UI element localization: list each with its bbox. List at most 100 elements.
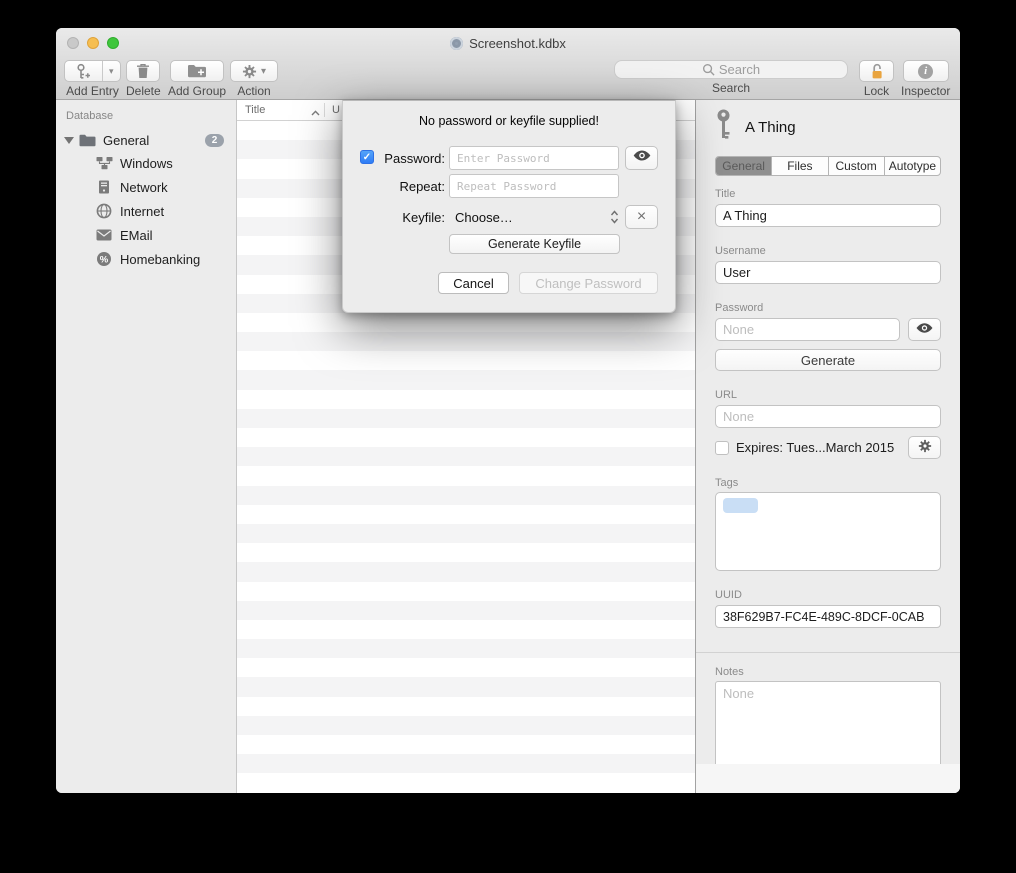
url-field[interactable] bbox=[715, 405, 941, 428]
table-row[interactable] bbox=[237, 486, 695, 505]
tags-label: Tags bbox=[715, 477, 941, 489]
tab-autotype[interactable]: Autotype bbox=[884, 157, 940, 175]
tags-field[interactable] bbox=[715, 492, 941, 571]
sidebar-item-label: EMail bbox=[120, 228, 153, 243]
tab-files[interactable]: Files bbox=[771, 157, 827, 175]
sidebar-item-email[interactable]: EMail bbox=[56, 223, 236, 247]
uuid-field[interactable] bbox=[715, 605, 941, 628]
table-row[interactable] bbox=[237, 562, 695, 581]
add-entry-label: Add Entry bbox=[66, 84, 119, 98]
delete-button[interactable] bbox=[126, 60, 160, 82]
workgroup-icon bbox=[95, 156, 113, 170]
sidebar-section-header: Database bbox=[56, 110, 236, 122]
expires-checkbox[interactable]: ✓ bbox=[715, 441, 729, 455]
table-row[interactable] bbox=[237, 409, 695, 428]
table-row[interactable] bbox=[237, 735, 695, 754]
percent-icon: % bbox=[95, 251, 113, 267]
chevron-down-icon: ▾ bbox=[261, 66, 266, 77]
table-row[interactable] bbox=[237, 390, 695, 409]
search-icon bbox=[702, 63, 715, 76]
dialog-repeat-label: Repeat: bbox=[373, 179, 445, 194]
column-header-title[interactable]: Title bbox=[245, 104, 265, 116]
sidebar-items: WindowsNetwork Internet EMail% Homebanking bbox=[56, 151, 236, 271]
table-row[interactable] bbox=[237, 754, 695, 773]
table-row[interactable] bbox=[237, 447, 695, 466]
search-input[interactable]: Search bbox=[614, 60, 848, 79]
clear-keyfile-button[interactable]: × bbox=[625, 205, 658, 229]
table-row[interactable] bbox=[237, 677, 695, 696]
password-field[interactable] bbox=[715, 318, 900, 341]
table-row[interactable] bbox=[237, 466, 695, 485]
column-separator[interactable] bbox=[324, 103, 325, 117]
folder-plus-icon bbox=[187, 64, 207, 78]
username-field[interactable] bbox=[715, 261, 941, 284]
table-row[interactable] bbox=[237, 582, 695, 601]
server-icon bbox=[95, 180, 113, 194]
notes-field[interactable] bbox=[715, 681, 941, 772]
keyfile-popup-value: Choose… bbox=[455, 210, 513, 225]
table-row[interactable] bbox=[237, 543, 695, 562]
sidebar-item-homebanking[interactable]: % Homebanking bbox=[56, 247, 236, 271]
inspector-panel: A Thing GeneralFilesCustomAutotype Title… bbox=[695, 100, 960, 793]
tab-general[interactable]: General bbox=[716, 157, 771, 175]
sidebar-group-general[interactable]: General 2 bbox=[56, 129, 236, 151]
sidebar-item-windows[interactable]: Windows bbox=[56, 151, 236, 175]
table-row[interactable] bbox=[237, 639, 695, 658]
inspector-label: Inspector bbox=[901, 84, 950, 98]
dialog-repeat-field[interactable] bbox=[449, 174, 619, 198]
username-label: Username bbox=[715, 245, 941, 257]
entry-count-badge: 2 bbox=[205, 134, 224, 147]
stepper-icon bbox=[610, 209, 619, 225]
key-icon bbox=[715, 109, 732, 146]
add-entry-button[interactable]: ▾ bbox=[64, 60, 121, 82]
generate-password-button[interactable]: Generate bbox=[715, 349, 941, 371]
table-row[interactable] bbox=[237, 370, 695, 389]
dialog-password-checkbox[interactable]: ✓ bbox=[360, 150, 374, 164]
tag-token[interactable] bbox=[723, 498, 758, 513]
table-row[interactable] bbox=[237, 697, 695, 716]
disclosure-triangle-icon[interactable] bbox=[64, 137, 74, 144]
table-row[interactable] bbox=[237, 351, 695, 370]
generate-keyfile-button[interactable]: Generate Keyfile bbox=[449, 234, 620, 254]
inspector-button[interactable]: i bbox=[903, 60, 949, 82]
lock-label: Lock bbox=[864, 84, 889, 98]
keyfile-popup-button[interactable]: Choose… bbox=[455, 205, 619, 229]
dialog-password-field[interactable] bbox=[449, 146, 619, 170]
window-title: Screenshot.kdbx bbox=[469, 36, 566, 51]
sidebar-item-label: Homebanking bbox=[120, 252, 200, 267]
add-entry-dropdown[interactable]: ▾ bbox=[102, 61, 120, 81]
dialog-show-password-button[interactable] bbox=[625, 146, 658, 170]
title-field[interactable] bbox=[715, 204, 941, 227]
table-row[interactable] bbox=[237, 658, 695, 677]
table-row[interactable] bbox=[237, 716, 695, 735]
titlebar: Screenshot.kdbx bbox=[56, 28, 960, 58]
dialog-message: No password or keyfile supplied! bbox=[343, 114, 675, 128]
table-row[interactable] bbox=[237, 332, 695, 351]
unlocked-padlock-icon bbox=[869, 63, 885, 80]
sort-ascending-icon bbox=[311, 107, 320, 119]
divider bbox=[696, 652, 960, 653]
action-button[interactable]: ▾ bbox=[230, 60, 278, 82]
chevron-down-icon: ▾ bbox=[109, 66, 114, 77]
uuid-label: UUID bbox=[715, 589, 941, 601]
cancel-button[interactable]: Cancel bbox=[438, 272, 509, 294]
column-header-username[interactable]: U bbox=[332, 104, 340, 116]
sidebar-item-network[interactable]: Network bbox=[56, 175, 236, 199]
table-row[interactable] bbox=[237, 428, 695, 447]
table-row[interactable] bbox=[237, 524, 695, 543]
show-password-button[interactable] bbox=[908, 318, 941, 341]
dialog-keyfile-label: Keyfile: bbox=[373, 210, 445, 225]
expires-settings-button[interactable] bbox=[908, 436, 941, 459]
key-plus-icon bbox=[65, 61, 102, 81]
table-row[interactable] bbox=[237, 601, 695, 620]
table-row[interactable] bbox=[237, 773, 695, 792]
tab-custom[interactable]: Custom bbox=[828, 157, 884, 175]
sidebar-item-label: Internet bbox=[120, 204, 164, 219]
change-password-button[interactable]: Change Password bbox=[519, 272, 658, 294]
table-row[interactable] bbox=[237, 313, 695, 332]
table-row[interactable] bbox=[237, 620, 695, 639]
lock-button[interactable] bbox=[859, 60, 894, 82]
sidebar-item-internet[interactable]: Internet bbox=[56, 199, 236, 223]
add-group-button[interactable] bbox=[170, 60, 224, 82]
table-row[interactable] bbox=[237, 505, 695, 524]
